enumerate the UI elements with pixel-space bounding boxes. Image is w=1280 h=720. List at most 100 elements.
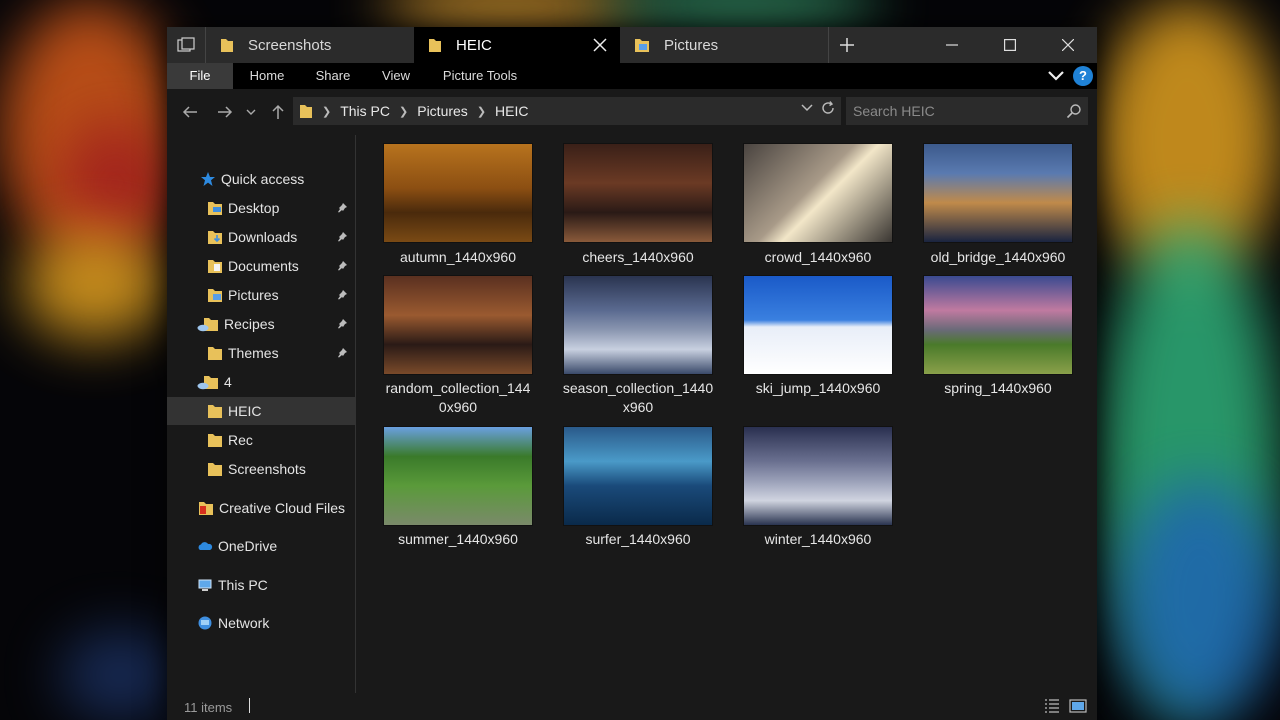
file-name-line-2: x960 xyxy=(622,399,654,415)
breadcrumb-separator-icon: ❯ xyxy=(476,105,487,118)
minimize-button[interactable] xyxy=(923,27,981,63)
downloads-folder-icon xyxy=(208,231,222,244)
file-explorer-window: Screenshots HEIC Pictures File Home Shar… xyxy=(167,27,1097,720)
nav-item-onedrive[interactable]: OneDrive xyxy=(167,532,355,560)
file-name: random_collection_144 0x960 xyxy=(372,379,544,417)
recent-locations-button[interactable] xyxy=(244,101,258,123)
pin-icon[interactable] xyxy=(337,289,348,300)
breadcrumb-heic[interactable]: HEIC xyxy=(495,103,528,119)
ribbon-tab-home[interactable]: Home xyxy=(239,63,295,89)
plus-icon xyxy=(840,38,854,52)
nav-item-screenshots[interactable]: Screenshots xyxy=(167,455,355,483)
folder-icon xyxy=(208,463,222,476)
nav-item-4[interactable]: 4 xyxy=(167,368,355,396)
nav-item-this-pc[interactable]: This PC xyxy=(167,571,355,599)
address-history-chevron-icon[interactable] xyxy=(801,103,813,113)
up-arrow-icon xyxy=(272,104,284,119)
status-bar: 11 items xyxy=(167,693,1097,720)
pin-icon[interactable] xyxy=(337,231,348,242)
nav-item-label: Quick access xyxy=(221,171,305,187)
tab-screenshots[interactable]: Screenshots xyxy=(206,27,414,63)
tab-heic[interactable]: HEIC xyxy=(414,27,620,63)
task-view-button[interactable] xyxy=(167,27,205,63)
tab-switcher-icon xyxy=(177,37,195,52)
up-button[interactable] xyxy=(267,101,289,123)
ribbon-tab-file[interactable]: File xyxy=(167,63,233,89)
item-count: 11 items xyxy=(184,700,233,715)
thumbnail-surfer xyxy=(564,427,712,525)
tab-bar: Screenshots HEIC Pictures xyxy=(167,27,1097,63)
nav-item-label: This PC xyxy=(218,577,268,593)
nav-item-rec[interactable]: Rec xyxy=(167,426,355,454)
file-name-line-1: season_collection_1440 xyxy=(562,380,714,396)
creative-cloud-folder-icon xyxy=(199,502,213,515)
thumbnail-spring xyxy=(924,276,1072,374)
nav-item-quick-access[interactable]: Quick access xyxy=(167,165,355,193)
nav-item-network[interactable]: Network xyxy=(167,609,355,637)
ribbon-tab-picture-tools[interactable]: Picture Tools xyxy=(435,63,525,89)
cloud-folder-icon xyxy=(197,318,218,332)
ribbon-tab-view[interactable]: View xyxy=(371,63,421,89)
nav-item-label: Recipes xyxy=(224,316,275,332)
nav-item-documents[interactable]: Documents xyxy=(167,252,355,280)
nav-item-recipes[interactable]: Recipes xyxy=(167,310,355,338)
large-icons-view-icon[interactable] xyxy=(1069,698,1087,714)
maximize-icon xyxy=(1004,39,1016,51)
nav-item-desktop[interactable]: Desktop xyxy=(167,194,355,222)
file-name: season_collection_1440 x960 xyxy=(552,379,724,417)
search-box[interactable]: Search HEIC xyxy=(846,97,1088,125)
network-icon xyxy=(198,616,212,630)
breadcrumb-separator-icon: ❯ xyxy=(322,105,332,118)
breadcrumb-this-pc[interactable]: This PC xyxy=(340,103,390,119)
tab-pictures[interactable]: Pictures xyxy=(620,27,828,63)
pin-icon[interactable] xyxy=(337,202,348,213)
breadcrumb-separator-icon: ❯ xyxy=(399,105,409,118)
documents-folder-icon xyxy=(208,260,222,273)
details-view-icon[interactable] xyxy=(1043,698,1061,714)
forward-button[interactable] xyxy=(214,101,236,123)
folder-icon xyxy=(221,39,233,52)
close-window-button[interactable] xyxy=(1039,27,1097,63)
help-button[interactable]: ? xyxy=(1073,66,1093,86)
pictures-folder-icon xyxy=(635,39,649,52)
maximize-button[interactable] xyxy=(981,27,1039,63)
new-tab-button[interactable] xyxy=(829,27,865,63)
file-name: winter_1440x960 xyxy=(764,531,872,547)
minimize-icon xyxy=(946,44,958,46)
nav-item-label: HEIC xyxy=(228,403,262,419)
back-button[interactable] xyxy=(179,101,201,123)
nav-item-label: OneDrive xyxy=(218,538,278,554)
nav-item-heic[interactable]: HEIC xyxy=(167,397,355,425)
refresh-icon[interactable] xyxy=(821,101,835,115)
tab-label: Pictures xyxy=(664,36,719,54)
pin-icon[interactable] xyxy=(337,318,348,329)
ribbon-tab-share[interactable]: Share xyxy=(307,63,359,89)
navigation-pane: Quick access Desktop Downloads Documents… xyxy=(167,135,355,693)
thumbnail-crowd xyxy=(744,144,892,242)
nav-item-label: 4 xyxy=(224,374,232,390)
file-name: autumn_1440x960 xyxy=(400,249,516,265)
nav-item-label: Creative Cloud Files xyxy=(219,500,346,516)
file-name-line-1: random_collection_144 xyxy=(385,380,531,396)
nav-item-label: Downloads xyxy=(228,229,298,245)
pin-icon[interactable] xyxy=(337,260,348,271)
file-name: summer_1440x960 xyxy=(398,531,518,547)
forward-arrow-icon xyxy=(218,106,233,118)
nav-item-label: Network xyxy=(218,615,270,631)
expand-ribbon-chevron-icon[interactable] xyxy=(1047,68,1065,84)
breadcrumb-pictures[interactable]: Pictures xyxy=(417,103,468,119)
nav-item-label: Themes xyxy=(228,345,279,361)
close-tab-icon[interactable] xyxy=(590,35,610,55)
thumbnail-winter xyxy=(744,427,892,525)
ribbon-tabs: File Home Share View Picture Tools ? xyxy=(167,63,1097,89)
folder-icon xyxy=(300,105,312,118)
nav-item-creative-cloud-files[interactable]: Creative Cloud Files xyxy=(167,494,355,522)
file-name: old_bridge_1440x960 xyxy=(930,249,1066,265)
file-name: ski_jump_1440x960 xyxy=(755,380,881,396)
pin-icon[interactable] xyxy=(337,347,348,358)
nav-item-downloads[interactable]: Downloads xyxy=(167,223,355,251)
nav-item-pictures[interactable]: Pictures xyxy=(167,281,355,309)
nav-item-themes[interactable]: Themes xyxy=(167,339,355,367)
address-bar[interactable]: ❯ This PC ❯ Pictures ❯ HEIC xyxy=(293,97,841,125)
file-grid: autumn_1440x960 cheers_1440x960 crowd_14… xyxy=(356,135,1097,693)
